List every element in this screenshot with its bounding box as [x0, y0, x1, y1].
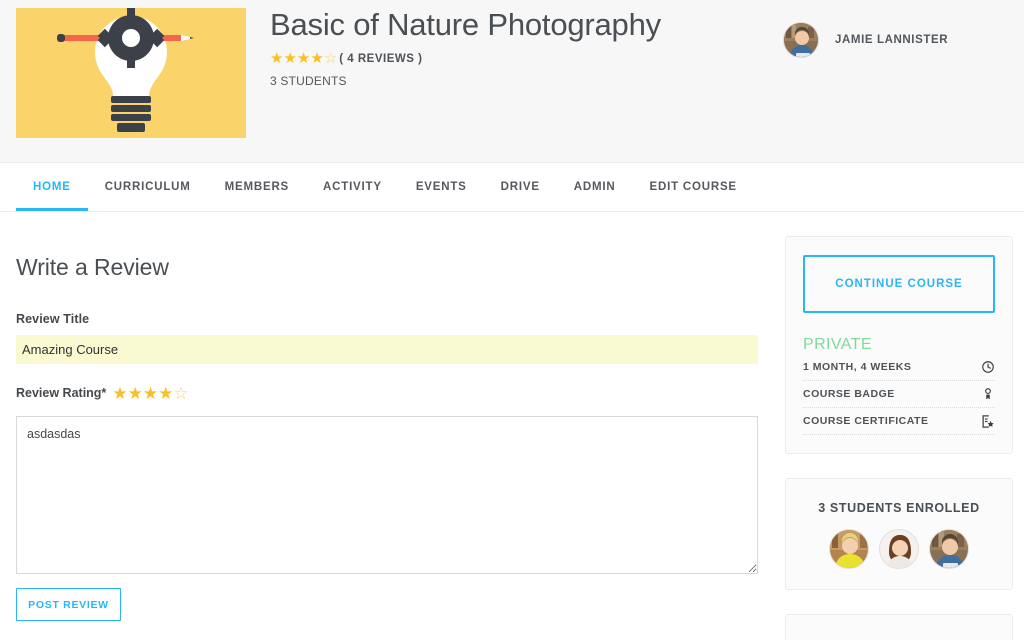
review-rating-stars[interactable]: ★ ★ ★ ★ ☆ — [112, 385, 188, 402]
course-sidebar: CONTINUE COURSE PRIVATE 1 MONTH, 4 WEEKS… — [785, 212, 1013, 640]
certificate-icon — [980, 414, 995, 429]
course-certificate-row: COURSE CERTIFICATE — [803, 408, 995, 435]
course-duration-label: 1 MONTH, 4 WEEKS — [803, 361, 911, 373]
review-title-label: Review Title — [16, 312, 754, 326]
reviews-count: ( 4 REVIEWS ) — [339, 53, 422, 65]
course-nav: HOME CURRICULUM MEMBERS ACTIVITY EVENTS … — [0, 164, 1024, 212]
students-count: 3 STUDENTS — [270, 74, 740, 88]
tab-curriculum[interactable]: CURRICULUM — [88, 164, 208, 211]
course-privacy-badge: PRIVATE — [803, 336, 995, 354]
tab-edit-course[interactable]: EDIT COURSE — [633, 164, 754, 211]
review-title-input[interactable] — [16, 335, 758, 364]
star-filled-icon: ★ — [310, 51, 323, 66]
lightbulb-gear-pencil-icon — [16, 8, 246, 138]
student-avatar-2[interactable] — [879, 529, 919, 569]
course-header: Basic of Nature Photography ★ ★ ★ ★ ☆ ( … — [0, 0, 1024, 163]
page-title: Write a Review — [16, 254, 754, 281]
avatar-image — [880, 530, 919, 569]
course-info: Basic of Nature Photography ★ ★ ★ ★ ☆ ( … — [270, 6, 740, 88]
star-filled-icon: ★ — [270, 51, 283, 66]
continue-course-button[interactable]: CONTINUE COURSE — [803, 255, 995, 313]
course-duration-row: 1 MONTH, 4 WEEKS — [803, 354, 995, 381]
author-avatar — [783, 22, 819, 58]
tab-activity[interactable]: ACTIVITY — [306, 164, 399, 211]
review-rating-label: Review Rating* — [16, 386, 106, 400]
star-filled-icon[interactable]: ★ — [143, 385, 158, 402]
course-thumbnail[interactable] — [16, 8, 246, 138]
course-badge-row: COURSE BADGE — [803, 381, 995, 408]
clock-icon — [981, 360, 995, 374]
student-avatar-1[interactable] — [829, 529, 869, 569]
review-form-section: Write a Review Review Title Review Ratin… — [0, 212, 770, 621]
course-title: Basic of Nature Photography — [270, 6, 740, 45]
tab-home[interactable]: HOME — [16, 164, 88, 211]
tab-events[interactable]: EVENTS — [399, 164, 484, 211]
tab-drive[interactable]: DRIVE — [484, 164, 557, 211]
review-body-textarea[interactable] — [16, 416, 758, 574]
star-empty-icon[interactable]: ☆ — [173, 385, 188, 402]
avatar-image — [930, 530, 969, 569]
star-filled-icon[interactable]: ★ — [112, 385, 127, 402]
post-review-button[interactable]: POST REVIEW — [16, 588, 121, 621]
tab-admin[interactable]: ADMIN — [557, 164, 633, 211]
author-name: JAMIE LANNISTER — [835, 34, 948, 46]
course-rating-stars: ★ ★ ★ ★ ☆ — [270, 51, 337, 66]
students-enrolled-title: 3 STUDENTS ENROLLED — [803, 501, 995, 515]
tab-members[interactable]: MEMBERS — [208, 164, 306, 211]
star-filled-icon: ★ — [297, 51, 310, 66]
star-filled-icon[interactable]: ★ — [158, 385, 173, 402]
award-badge-icon — [981, 387, 995, 401]
star-filled-icon[interactable]: ★ — [128, 385, 143, 402]
course-rating-line: ★ ★ ★ ★ ☆ ( 4 REVIEWS ) — [270, 51, 740, 67]
course-meta-card: CONTINUE COURSE PRIVATE 1 MONTH, 4 WEEKS… — [785, 236, 1013, 454]
avatar-image — [784, 23, 819, 58]
star-empty-icon: ☆ — [324, 51, 337, 66]
review-rating-row: Review Rating* ★ ★ ★ ★ ☆ — [16, 384, 754, 402]
student-avatar-list — [803, 529, 995, 569]
sidebar-next-card-stub — [785, 614, 1013, 640]
student-avatar-3[interactable] — [929, 529, 969, 569]
star-filled-icon: ★ — [283, 51, 296, 66]
students-enrolled-card: 3 STUDENTS ENROLLED — [785, 478, 1013, 590]
course-certificate-label: COURSE CERTIFICATE — [803, 415, 928, 427]
avatar-image — [830, 530, 869, 569]
course-badge-label: COURSE BADGE — [803, 388, 895, 400]
course-author[interactable]: JAMIE LANNISTER — [783, 22, 948, 58]
